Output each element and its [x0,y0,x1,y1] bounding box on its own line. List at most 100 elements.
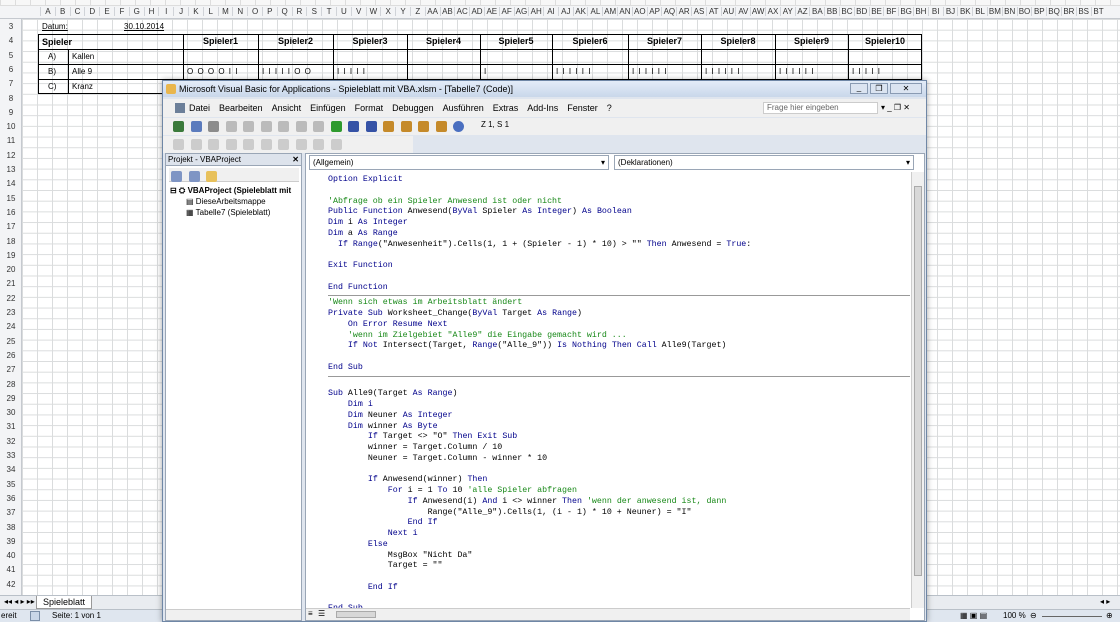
player-header[interactable]: Spieler3 [333,36,407,46]
object-browser-icon[interactable] [435,121,447,132]
code-line[interactable]: Neuner = Target.Column - winner * 10 [328,454,910,465]
minimize-icon[interactable]: _ [850,83,868,94]
column-header[interactable]: D [84,7,99,16]
column-header[interactable]: BK [957,7,972,16]
code-editor[interactable]: Option Explicit 'Abfrage ob ein Spieler … [306,172,910,608]
code-line[interactable] [328,250,910,261]
object-dropdown[interactable]: (Allgemein) ▾ [309,155,609,170]
row-header[interactable]: 42 [0,580,22,591]
project-hscroll[interactable] [166,609,301,620]
toggle-breakpoint-icon[interactable] [278,139,290,150]
help-search-input[interactable]: Frage hier eingeben [763,102,878,114]
row-header[interactable]: 15 [0,194,22,205]
code-line[interactable]: If Target <> "O" Then Exit Sub [328,432,910,443]
row-header[interactable]: 40 [0,551,22,562]
column-header[interactable]: N [232,7,247,16]
column-header[interactable]: H [143,7,159,16]
menu-item[interactable]: Extras [493,103,519,113]
column-header[interactable]: BE [868,7,884,16]
player-header[interactable]: Spieler4 [407,36,480,46]
row-header[interactable]: 13 [0,165,22,176]
column-header[interactable]: AL [587,7,602,16]
cut-icon[interactable] [225,121,237,132]
column-header[interactable]: AY [779,7,795,16]
mdi-window-controls[interactable]: ▾ _ ❐ ✕ [881,99,910,117]
column-header[interactable]: BD [853,7,869,16]
zoom-out-icon[interactable]: ⊖ [1030,611,1037,620]
row-header[interactable]: 35 [0,480,22,491]
code-vscroll[interactable] [911,172,924,608]
paste-icon[interactable] [260,121,272,132]
column-header[interactable]: L [202,7,218,16]
menu-item[interactable]: Fenster [567,103,598,113]
code-line[interactable]: Sub Alle9(Target As Range) [328,389,910,400]
close-pane-icon[interactable]: ✕ [292,154,299,166]
datum-label[interactable]: Datum: [40,22,68,32]
column-header[interactable]: K [187,7,203,16]
row-header[interactable]: 30 [0,408,22,419]
tree-root[interactable]: ⊟ ⛭ VBAProject (Spieleblatt mit [170,186,291,196]
column-header[interactable]: AG [513,7,529,16]
row-header[interactable]: 37 [0,508,22,519]
column-header[interactable]: I [158,7,173,16]
vbe-title-bar[interactable]: Microsoft Visual Basic for Applications … [163,81,926,97]
view-code-icon[interactable] [171,171,182,182]
column-header[interactable]: BF [883,7,898,16]
view-object-icon[interactable] [188,171,200,182]
row-header[interactable]: 23 [0,308,22,319]
row-header[interactable]: 16 [0,208,22,219]
find-icon[interactable] [278,121,290,132]
column-header[interactable]: AI [543,7,558,16]
code-line[interactable]: Exit Function [328,261,910,272]
column-header[interactable]: AQ [661,7,676,16]
column-header[interactable]: T [321,7,336,16]
code-line[interactable]: Dim i As Integer [328,218,910,229]
player-header[interactable]: Spieler6 [552,36,628,46]
menu-item[interactable]: Ausführen [443,103,484,113]
column-header[interactable]: AE [483,7,499,16]
player-header[interactable]: Spieler2 [258,36,333,46]
column-header[interactable]: BQ [1046,7,1061,16]
code-line[interactable]: MsgBox "Nicht Da" [328,551,910,562]
row-header[interactable]: 41 [0,565,22,576]
row-header[interactable]: 12 [0,151,22,162]
column-header[interactable]: AK [572,7,588,16]
redo-icon[interactable] [313,121,325,132]
code-line[interactable]: Dim a As Range [328,229,910,240]
code-line[interactable]: Dim Neuner As Integer [328,411,910,422]
column-header[interactable]: P [261,7,277,16]
outdent-icon[interactable] [260,139,272,150]
column-header[interactable]: AJ [557,7,573,16]
procedure-view-icon[interactable]: ≡ [308,609,313,618]
code-line[interactable] [328,465,910,476]
row-header[interactable]: 26 [0,351,22,362]
bookmark-icon[interactable] [330,139,342,150]
row-name[interactable]: Alle 9 [70,67,92,77]
code-line[interactable] [328,379,910,390]
column-header[interactable]: BM [987,7,1002,16]
uncomment-block-icon[interactable] [313,139,325,150]
tally-marks[interactable]: I I I I I I [630,67,667,77]
code-line[interactable]: End If [328,518,910,529]
column-header[interactable]: AF [498,7,514,16]
code-line[interactable]: 'Wenn sich etwas im Arbeitsblatt ändert [328,298,910,309]
player-header[interactable]: Spieler1 [183,36,258,46]
code-line[interactable]: Next i [328,529,910,540]
column-header[interactable]: AV [735,7,750,16]
code-line[interactable]: If Not Intersect(Target, Range("Alle_9")… [328,341,910,352]
row-header[interactable]: 3 [0,22,22,33]
column-header[interactable]: BI [927,7,943,16]
code-line[interactable]: If Anwesend(i) And i <> winner Then 'wen… [328,497,910,508]
column-header[interactable]: V [350,7,366,16]
row-header[interactable]: 25 [0,337,22,348]
menu-item[interactable]: Datei [189,103,210,113]
row-key[interactable]: A) [46,52,56,62]
code-line[interactable] [328,352,910,363]
code-line[interactable]: End If [328,583,910,594]
player-header[interactable]: Spieler7 [628,36,701,46]
column-header[interactable]: O [247,7,262,16]
tally-marks[interactable]: I [482,67,487,77]
column-header[interactable]: BH [913,7,928,16]
row-header[interactable]: 36 [0,494,22,505]
menu-item[interactable]: Einfügen [310,103,346,113]
